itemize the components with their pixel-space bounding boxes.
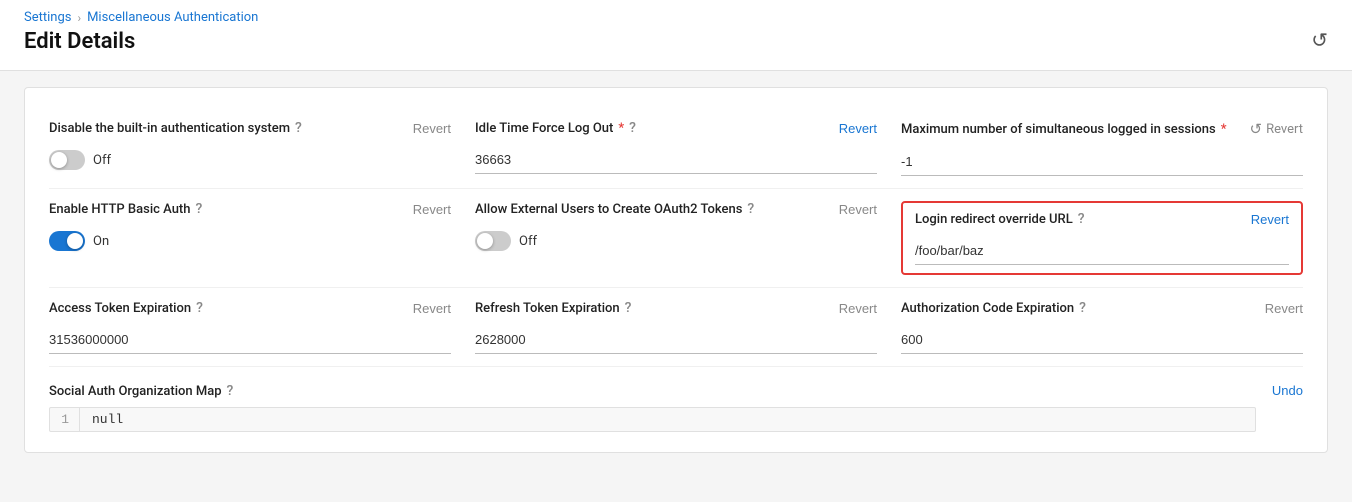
breadcrumb-settings-link[interactable]: Settings: [24, 10, 71, 25]
field-max-sessions-label: Maximum number of simultaneous logged in…: [901, 122, 1227, 137]
disable-builtin-auth-toggle[interactable]: [49, 150, 85, 170]
field-http-basic-auth-header: Enable HTTP Basic Auth ? Revert: [49, 201, 451, 217]
field-disable-builtin-auth-header: Disable the built-in authentication syst…: [49, 120, 451, 136]
field-idle-time-header: Idle Time Force Log Out * ? Revert: [475, 120, 877, 136]
field-disable-builtin-auth-label: Disable the built-in authentication syst…: [49, 120, 302, 136]
fields-container: Disable the built-in authentication syst…: [49, 108, 1303, 432]
allow-oauth2-toggle-label: Off: [519, 234, 537, 249]
field-http-basic-auth: Enable HTTP Basic Auth ? Revert On: [49, 201, 451, 275]
max-sessions-required-star: *: [1221, 122, 1227, 137]
page-header: Settings › Miscellaneous Authentication …: [0, 0, 1352, 71]
field-refresh-token: Refresh Token Expiration ? Revert: [475, 300, 877, 354]
field-allow-oauth2-header: Allow External Users to Create OAuth2 To…: [475, 201, 877, 217]
field-login-redirect: Login redirect override URL ? Revert: [901, 201, 1303, 275]
idle-time-help-icon[interactable]: ?: [629, 120, 636, 136]
field-http-basic-auth-label: Enable HTTP Basic Auth ?: [49, 201, 202, 217]
toggle-knob: [67, 233, 83, 249]
breadcrumb-current: Miscellaneous Authentication: [87, 10, 258, 25]
toggle-knob: [51, 152, 67, 168]
line-content-1: null: [80, 408, 135, 431]
toggle-knob: [477, 233, 493, 249]
field-idle-time-label: Idle Time Force Log Out * ?: [475, 120, 636, 136]
allow-oauth2-revert-button[interactable]: Revert: [839, 202, 877, 217]
field-row-2: Enable HTTP Basic Auth ? Revert On: [49, 189, 1303, 288]
disable-builtin-auth-toggle-label: Off: [93, 153, 111, 168]
access-token-input[interactable]: [49, 326, 451, 354]
history-icon[interactable]: ↺: [1311, 28, 1328, 52]
social-auth-row: Social Auth Organization Map ? 1 null Un…: [49, 367, 1303, 432]
idle-time-input[interactable]: [475, 146, 877, 174]
field-login-redirect-header: Login redirect override URL ? Revert: [915, 211, 1289, 227]
access-token-help-icon[interactable]: ?: [196, 300, 203, 316]
http-basic-auth-toggle-label: On: [93, 234, 109, 249]
line-number-1: 1: [50, 408, 80, 431]
auth-code-expiration-input[interactable]: [901, 326, 1303, 354]
field-disable-builtin-auth: Disable the built-in authentication syst…: [49, 120, 451, 176]
allow-oauth2-help-icon[interactable]: ?: [747, 201, 754, 217]
field-max-sessions-header: Maximum number of simultaneous logged in…: [901, 120, 1303, 138]
social-auth-section: Social Auth Organization Map ? 1 null: [49, 383, 1256, 432]
field-max-sessions: Maximum number of simultaneous logged in…: [901, 120, 1303, 176]
http-basic-auth-toggle-container: On: [49, 231, 451, 251]
login-redirect-revert-button[interactable]: Revert: [1251, 212, 1289, 227]
code-line-1: 1 null: [50, 408, 1255, 431]
social-auth-code-editor[interactable]: 1 null: [49, 407, 1256, 432]
field-refresh-token-label: Refresh Token Expiration ?: [475, 300, 631, 316]
field-idle-time: Idle Time Force Log Out * ? Revert: [475, 120, 877, 176]
field-refresh-token-header: Refresh Token Expiration ? Revert: [475, 300, 877, 316]
breadcrumb-separator: ›: [77, 11, 81, 25]
field-row-3: Access Token Expiration ? Revert Refresh…: [49, 288, 1303, 367]
auth-code-expiration-help-icon[interactable]: ?: [1079, 300, 1086, 316]
field-access-token: Access Token Expiration ? Revert: [49, 300, 451, 354]
field-allow-oauth2-label: Allow External Users to Create OAuth2 To…: [475, 201, 754, 217]
allow-oauth2-toggle-container: Off: [475, 231, 877, 251]
field-access-token-label: Access Token Expiration ?: [49, 300, 203, 316]
social-auth-label: Social Auth Organization Map ?: [49, 383, 1256, 399]
breadcrumb: Settings › Miscellaneous Authentication: [24, 10, 1328, 25]
max-sessions-input[interactable]: [901, 148, 1303, 176]
field-auth-code-expiration-header: Authorization Code Expiration ? Revert: [901, 300, 1303, 316]
login-redirect-help-icon[interactable]: ?: [1078, 211, 1085, 227]
login-redirect-input[interactable]: [915, 237, 1289, 265]
disable-builtin-auth-toggle-container: Off: [49, 150, 451, 170]
http-basic-auth-help-icon[interactable]: ?: [195, 201, 202, 217]
disable-builtin-auth-help-icon[interactable]: ?: [295, 120, 302, 136]
refresh-token-revert-button[interactable]: Revert: [839, 301, 877, 316]
http-basic-auth-revert-button[interactable]: Revert: [413, 202, 451, 217]
field-access-token-header: Access Token Expiration ? Revert: [49, 300, 451, 316]
social-auth-undo-button[interactable]: Undo: [1272, 383, 1303, 398]
access-token-revert-button[interactable]: Revert: [413, 301, 451, 316]
idle-time-required-star: *: [618, 121, 624, 136]
login-redirect-highlighted-box: Login redirect override URL ? Revert: [901, 201, 1303, 275]
settings-card: Disable the built-in authentication syst…: [24, 87, 1328, 453]
field-allow-oauth2: Allow External Users to Create OAuth2 To…: [475, 201, 877, 275]
refresh-token-help-icon[interactable]: ?: [625, 300, 632, 316]
http-basic-auth-toggle[interactable]: [49, 231, 85, 251]
max-sessions-revert-button[interactable]: ↺ Revert: [1250, 120, 1303, 138]
field-login-redirect-label: Login redirect override URL ?: [915, 211, 1085, 227]
content-area: Disable the built-in authentication syst…: [0, 71, 1352, 469]
disable-builtin-auth-revert-button[interactable]: Revert: [413, 121, 451, 136]
revert-circle-icon: ↺: [1250, 120, 1263, 138]
allow-oauth2-toggle[interactable]: [475, 231, 511, 251]
idle-time-revert-button[interactable]: Revert: [839, 121, 877, 136]
social-auth-help-icon[interactable]: ?: [227, 383, 234, 399]
field-auth-code-expiration: Authorization Code Expiration ? Revert: [901, 300, 1303, 354]
auth-code-expiration-revert-button[interactable]: Revert: [1265, 301, 1303, 316]
field-auth-code-expiration-label: Authorization Code Expiration ?: [901, 300, 1086, 316]
field-row-1: Disable the built-in authentication syst…: [49, 108, 1303, 189]
page-title: Edit Details: [24, 29, 1328, 54]
refresh-token-input[interactable]: [475, 326, 877, 354]
